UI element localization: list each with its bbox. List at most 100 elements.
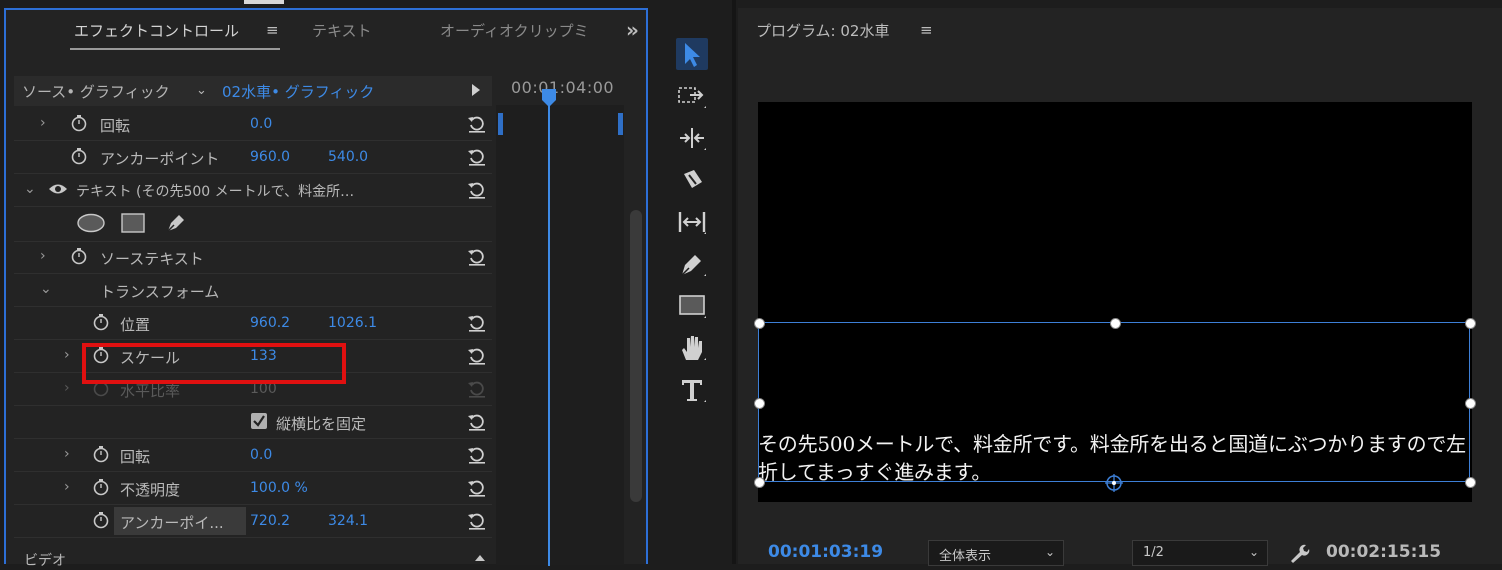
playhead-handle[interactable]	[541, 88, 557, 108]
playback-resolution-dropdown[interactable]: 1/2 ⌄	[1132, 540, 1268, 566]
expand-chevron-icon[interactable]: ›	[64, 347, 70, 363]
property-row-anchor-point: アンカーポイ... 720.2 324.1	[14, 505, 492, 538]
reset-icon[interactable]	[466, 147, 488, 167]
bbox-handle-bottom-left[interactable]	[754, 477, 765, 488]
stopwatch-icon[interactable]	[70, 147, 88, 165]
rectangle-mask-icon[interactable]	[120, 212, 146, 234]
tab-audio-clip-mixer[interactable]: オーディオクリップミ	[440, 20, 589, 41]
property-value-x[interactable]: 960.0	[250, 149, 290, 165]
mask-tools-row	[14, 207, 492, 242]
stopwatch-icon[interactable]	[70, 247, 88, 265]
reset-icon[interactable]	[466, 346, 488, 366]
stopwatch-icon[interactable]	[92, 445, 110, 463]
program-menu-icon[interactable]: ≡	[920, 21, 933, 39]
text-bounding-box[interactable]	[754, 318, 1476, 492]
expand-chevron-icon: ›	[64, 380, 70, 396]
pen-mask-icon[interactable]	[164, 210, 188, 234]
group-label: トランスフォーム	[100, 283, 220, 301]
slip-tool-icon[interactable]	[676, 206, 708, 238]
effect-controls-menu-icon[interactable]: ≡	[266, 21, 279, 39]
property-row-rotation: › 回転 0.0	[14, 439, 492, 472]
program-video-frame[interactable]: その先500メートルで、料金所です。料金所を出ると国道にぶつかりますので左折して…	[754, 102, 1476, 502]
collapse-chevron-icon[interactable]: ⌄	[40, 281, 52, 297]
source-header: ソース• グラフィック ⌄ 02水車• グラフィック	[14, 76, 492, 106]
type-tool-icon[interactable]	[676, 374, 708, 406]
razor-tool-icon[interactable]	[676, 164, 708, 196]
selection-tool-icon[interactable]	[676, 38, 708, 70]
reset-icon[interactable]	[466, 313, 488, 333]
pen-tool-icon[interactable]	[676, 248, 708, 280]
property-value-x[interactable]: 720.2	[250, 513, 290, 529]
rectangle-tool-icon[interactable]	[676, 290, 708, 322]
reset-icon[interactable]	[466, 247, 488, 267]
clip-dropdown[interactable]: 02水車• グラフィック	[222, 81, 374, 102]
reset-icon[interactable]	[466, 180, 488, 200]
expand-chevron-icon[interactable]: ›	[64, 479, 70, 495]
property-value-y[interactable]: 1026.1	[328, 315, 377, 331]
property-value[interactable]: 100.0 %	[250, 480, 308, 496]
ellipse-mask-icon[interactable]	[76, 213, 106, 233]
transform-group-row: ⌄ トランスフォーム	[14, 274, 492, 307]
property-label: 回転	[120, 448, 151, 466]
property-label: 回転	[100, 117, 131, 135]
property-label: ソーステキスト	[100, 250, 204, 268]
time-ruler-label: 00:01:04:00	[511, 78, 615, 97]
clip-end-marker[interactable]	[618, 113, 623, 135]
video-section-row[interactable]: ビデオ	[14, 548, 492, 570]
panel-divider[interactable]	[732, 0, 736, 564]
play-clip-icon[interactable]	[471, 83, 481, 97]
stopwatch-icon[interactable]	[70, 114, 88, 132]
bbox-handle-bottom-right[interactable]	[1465, 477, 1476, 488]
program-monitor-title[interactable]: プログラム: 02水車	[756, 20, 889, 41]
stopwatch-icon[interactable]	[92, 478, 110, 496]
bbox-handle-top-center[interactable]	[1110, 318, 1121, 329]
anchor-point-crosshair-icon[interactable]	[1105, 474, 1123, 492]
property-row-anchor-point-top: アンカーポイント 960.0 540.0	[14, 141, 492, 174]
stopwatch-icon[interactable]	[92, 313, 110, 331]
expand-chevron-icon[interactable]: ›	[40, 248, 46, 264]
program-monitor-panel: プログラム: 02水車 ≡ その先500メートルで、料金所です。料金所を出ると国…	[738, 8, 1502, 566]
tab-effect-controls[interactable]: エフェクトコントロール	[74, 20, 239, 41]
playhead-line[interactable]	[548, 100, 550, 566]
playhead-timecode[interactable]: 00:01:03:19	[768, 542, 883, 562]
eye-icon[interactable]	[48, 182, 67, 200]
reset-icon[interactable]	[466, 445, 488, 465]
tab-text[interactable]: テキスト	[312, 20, 372, 41]
track-select-tool-icon[interactable]	[676, 80, 708, 112]
collapse-up-icon[interactable]	[474, 554, 486, 562]
property-value-x[interactable]: 960.2	[250, 315, 290, 331]
property-value-y[interactable]: 540.0	[328, 149, 368, 165]
hand-tool-icon[interactable]	[676, 332, 708, 364]
panel-overflow-icon[interactable]: »	[626, 18, 639, 42]
reset-icon	[466, 379, 488, 399]
vertical-scrollbar[interactable]	[630, 210, 642, 502]
wrench-settings-icon[interactable]	[1288, 542, 1310, 564]
property-value-y[interactable]: 324.1	[328, 513, 368, 529]
expand-chevron-icon[interactable]: ›	[40, 115, 46, 131]
fit-zoom-dropdown[interactable]: 全体表示 ⌄	[928, 540, 1064, 566]
property-value[interactable]: 0.0	[250, 116, 272, 132]
collapse-chevron-icon[interactable]: ⌄	[24, 181, 36, 197]
ripple-edit-tool-icon[interactable]	[676, 122, 708, 154]
reset-icon[interactable]	[466, 114, 488, 134]
stopwatch-icon[interactable]	[92, 511, 110, 529]
property-row-opacity: › 不透明度 100.0 %	[14, 472, 492, 505]
clip-dropdown-chevron-icon[interactable]: ⌄	[196, 83, 207, 98]
uniform-scale-checkbox[interactable]	[250, 412, 268, 430]
active-tab-underline	[70, 48, 280, 50]
expand-chevron-icon[interactable]: ›	[64, 446, 70, 462]
property-label: 不透明度	[120, 481, 181, 499]
clip-start-marker[interactable]	[498, 113, 503, 135]
effect-timeline[interactable]	[496, 105, 624, 565]
reset-icon[interactable]	[466, 478, 488, 498]
property-label: 位置	[120, 316, 151, 334]
bbox-handle-top-left[interactable]	[754, 318, 765, 329]
bbox-handle-middle-right[interactable]	[1465, 398, 1476, 409]
bbox-handle-top-right[interactable]	[1465, 318, 1476, 329]
property-value[interactable]: 0.0	[250, 447, 272, 463]
property-row-position: 位置 960.2 1026.1	[14, 307, 492, 340]
reset-icon[interactable]	[466, 412, 488, 432]
checkbox-label: 縦横比を固定	[276, 415, 367, 433]
bbox-handle-middle-left[interactable]	[754, 398, 765, 409]
reset-icon[interactable]	[466, 511, 488, 531]
